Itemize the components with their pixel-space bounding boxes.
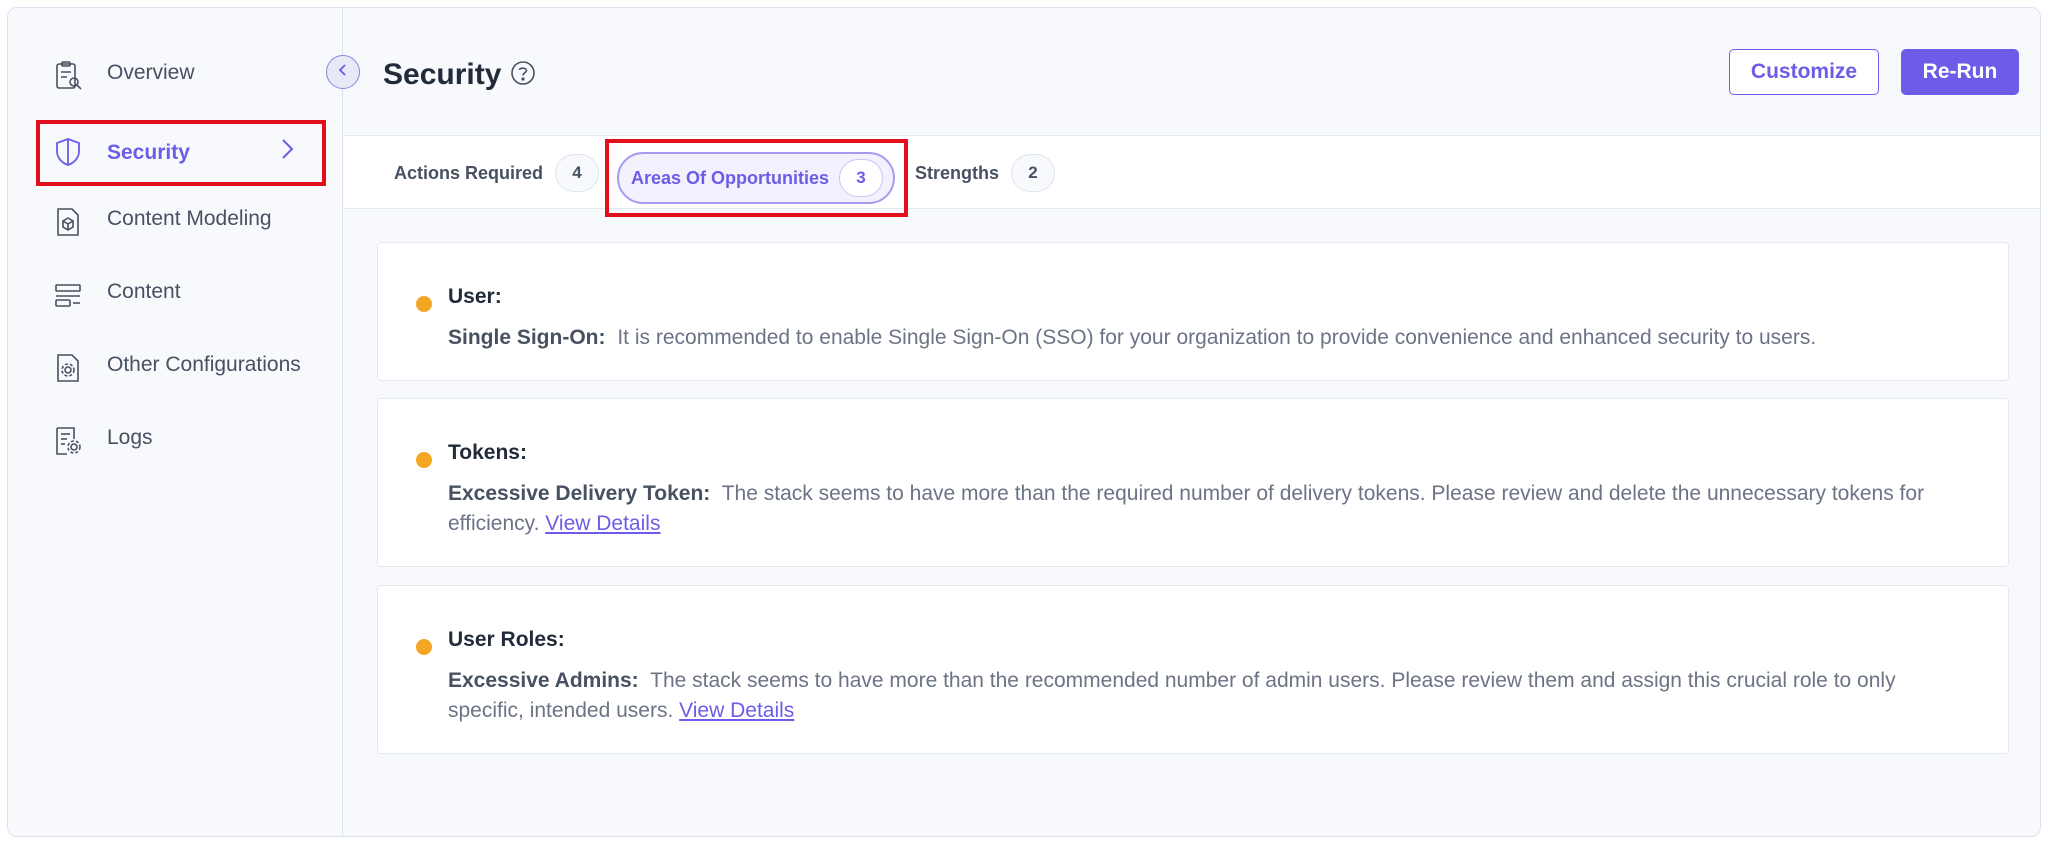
card-description: Single Sign-On: It is recommended to ena… [448,323,1958,353]
tab-label: Areas Of Opportunities [631,167,830,188]
recommendation-card-tokens: Tokens: Excessive Delivery Token: The st… [377,398,2009,567]
card-key: Single Sign-On: [448,326,606,349]
card-title: User: [448,285,502,308]
tab-strengths[interactable]: Strengths 2 [915,136,1056,210]
help-circle-icon[interactable] [510,60,536,86]
recommendation-card-user-roles: User Roles: Excessive Admins: The stack … [377,585,2009,754]
sidebar-item-content[interactable]: Content [36,263,326,321]
sidebar-item-content-modeling[interactable]: Content Modeling [36,190,326,248]
tab-count-badge: 4 [555,154,600,192]
tab-areas-of-opportunities[interactable]: Areas Of Opportunities 3 [617,152,895,204]
sidebar: Overview Security Content Modeling Conte… [8,8,343,836]
card-description: Excessive Admins: The stack seems to hav… [448,666,1958,726]
rerun-button[interactable]: Re-Run [1901,49,2019,95]
sidebar-item-label: Content Modeling [107,207,272,230]
warning-dot [416,639,432,655]
sidebar-item-label: Logs [107,426,153,449]
sidebar-item-label: Content [107,280,181,303]
view-details-link[interactable]: View Details [679,699,794,722]
chevron-left-icon [336,63,350,82]
view-details-link[interactable]: View Details [545,512,660,535]
app-frame: Overview Security Content Modeling Conte… [7,7,2041,837]
warning-dot [416,296,432,312]
card-text: It is recommended to enable Single Sign-… [617,326,1817,349]
tab-bar: Actions Required 4 Strengths 2 [344,135,2040,210]
customize-button[interactable]: Customize [1729,49,1879,95]
recommendation-card-user: User: Single Sign-On: It is recommended … [377,242,2009,381]
card-key: Excessive Delivery Token: [448,482,711,505]
sidebar-item-label: Other Configurations [107,353,301,376]
chevron-right-icon [274,136,300,162]
log-gear-icon [52,425,84,457]
tab-count-badge: 2 [1011,154,1056,192]
page-title: Security [383,58,502,91]
tab-label: Actions Required [394,162,544,183]
shield-icon [52,136,84,168]
collapse-sidebar-button[interactable] [326,55,360,89]
card-title: User Roles: [448,628,565,651]
document-gear-icon [52,352,84,384]
sidebar-item-label: Security [107,141,190,164]
card-title: Tokens: [448,441,527,464]
sidebar-item-logs[interactable]: Logs [36,409,326,467]
warning-dot [416,452,432,468]
clipboard-search-icon [52,60,84,92]
sidebar-item-overview[interactable]: Overview [36,44,326,102]
sidebar-item-label: Overview [107,61,195,84]
tab-count-badge: 3 [839,159,884,197]
card-description: Excessive Delivery Token: The stack seem… [448,479,1958,539]
sidebar-item-security[interactable]: Security [36,120,326,186]
card-key: Excessive Admins: [448,669,639,692]
content-list-icon [52,279,84,311]
document-cube-icon [52,206,84,238]
tab-actions-required[interactable]: Actions Required 4 [394,136,600,210]
sidebar-item-other-configurations[interactable]: Other Configurations [36,336,326,394]
tab-label: Strengths [915,162,1000,183]
card-text: The stack seems to have more than the re… [448,669,1896,722]
